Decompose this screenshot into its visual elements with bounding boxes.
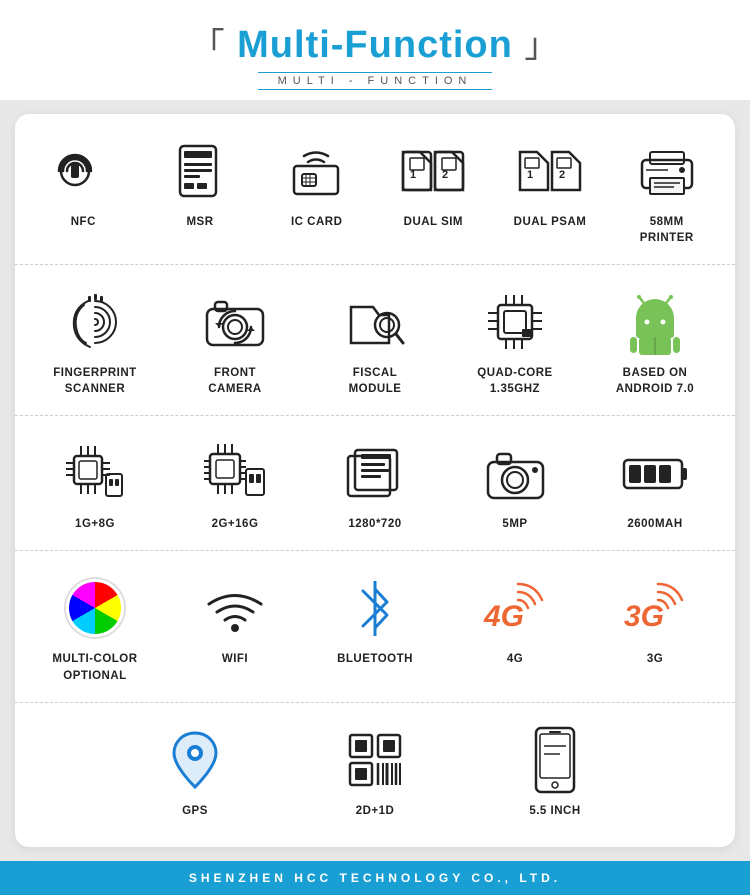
feature-printer: 58MM PRINTER bbox=[608, 136, 725, 246]
5mp-label: 5MP bbox=[502, 516, 527, 532]
svg-text:3G: 3G bbox=[624, 600, 664, 633]
feature-fingerprint: FINGERPRINT SCANNER bbox=[25, 287, 165, 397]
svg-text:2: 2 bbox=[442, 169, 448, 181]
quad-core-label: QUAD-CORE 1.35GHZ bbox=[477, 365, 552, 397]
wifi-icon bbox=[200, 573, 270, 643]
page-title: 「 Multi-Function 」 bbox=[0, 18, 750, 67]
dual-psam-icon: 1 2 bbox=[515, 136, 585, 206]
footer-text: SHENZHEN HCC TECHNOLOGY CO., LTD. bbox=[189, 871, 561, 885]
feature-2d1d: 2D+1D bbox=[285, 725, 465, 819]
page-header: 「 Multi-Function 」 MULTI - FUNCTION bbox=[0, 0, 750, 100]
feature-dual-psam: 1 2 DUAL PSAM bbox=[492, 136, 609, 230]
feature-gps: GPS bbox=[105, 725, 285, 819]
4g-icon: 4G bbox=[480, 573, 550, 643]
feature-row-1: NFC MSR bbox=[15, 114, 735, 265]
resolution-icon bbox=[340, 438, 410, 508]
fiscal-icon bbox=[340, 287, 410, 357]
bluetooth-label: BLUETOOTH bbox=[337, 651, 413, 667]
feature-row-5: GPS bbox=[15, 703, 735, 847]
nfc-label: NFC bbox=[71, 214, 96, 230]
feature-bluetooth: BLUETOOTH bbox=[305, 573, 445, 667]
gps-label: GPS bbox=[182, 803, 208, 819]
multicolor-label: MULTI-COLOR OPTIONAL bbox=[52, 651, 137, 683]
svg-text:1: 1 bbox=[527, 169, 533, 181]
bluetooth-icon bbox=[340, 573, 410, 643]
feature-ic-card: IC CARD bbox=[258, 136, 375, 230]
dual-sim-label: DUAL SIM bbox=[404, 214, 463, 230]
resolution-label: 1280*720 bbox=[348, 516, 401, 532]
android-icon bbox=[620, 287, 690, 357]
page-subtitle: MULTI - FUNCTION bbox=[258, 72, 493, 90]
page-footer: SHENZHEN HCC TECHNOLOGY CO., LTD. bbox=[0, 861, 750, 895]
phone-icon bbox=[520, 725, 590, 795]
feature-wifi: WIFI bbox=[165, 573, 305, 667]
battery-icon bbox=[620, 438, 690, 508]
wifi-label: WIFI bbox=[222, 651, 248, 667]
color-wheel-icon bbox=[60, 573, 130, 643]
svg-text:1: 1 bbox=[410, 169, 416, 181]
msr-label: MSR bbox=[186, 214, 213, 230]
feature-dual-sim: 1 2 DUAL SIM bbox=[375, 136, 492, 230]
feature-55inch: 5.5 INCH bbox=[465, 725, 645, 819]
feature-android: BASED ON ANDROID 7.0 bbox=[585, 287, 725, 397]
2g16g-label: 2G+16G bbox=[212, 516, 259, 532]
feature-multicolor: MULTI-COLOR OPTIONAL bbox=[25, 573, 165, 683]
dual-psam-label: DUAL PSAM bbox=[514, 214, 587, 230]
feature-fiscal: FISCAL MODULE bbox=[305, 287, 445, 397]
feature-5mp: 5MP bbox=[445, 438, 585, 532]
1g8g-label: 1G+8G bbox=[75, 516, 115, 532]
qr-icon bbox=[340, 725, 410, 795]
2d1d-label: 2D+1D bbox=[356, 803, 395, 819]
55inch-label: 5.5 INCH bbox=[529, 803, 580, 819]
feature-msr: MSR bbox=[142, 136, 259, 230]
android-label: BASED ON ANDROID 7.0 bbox=[616, 365, 694, 397]
ic-card-label: IC CARD bbox=[291, 214, 342, 230]
svg-text:2: 2 bbox=[559, 169, 565, 181]
memory-small-icon bbox=[60, 438, 130, 508]
feature-2g16g: 2G+16G bbox=[165, 438, 305, 532]
feature-front-camera: FRONT CAMERA bbox=[165, 287, 305, 397]
svg-text:4G: 4G bbox=[483, 600, 524, 633]
quad-core-icon bbox=[480, 287, 550, 357]
feature-battery: 2600MAH bbox=[585, 438, 725, 532]
dual-sim-icon: 1 2 bbox=[398, 136, 468, 206]
feature-row-2: FINGERPRINT SCANNER bbox=[15, 265, 735, 416]
front-camera-icon bbox=[200, 287, 270, 357]
main-card: NFC MSR bbox=[15, 114, 735, 847]
ic-card-icon bbox=[282, 136, 352, 206]
feature-row-3: 1G+8G bbox=[15, 416, 735, 551]
fingerprint-label: FINGERPRINT SCANNER bbox=[53, 365, 136, 397]
feature-3g: 3G 3G bbox=[585, 573, 725, 667]
nfc-icon bbox=[48, 136, 118, 206]
3g-label: 3G bbox=[647, 651, 663, 667]
feature-row-4: MULTI-COLOR OPTIONAL WIFI bbox=[15, 551, 735, 702]
4g-label: 4G bbox=[507, 651, 523, 667]
camera-icon bbox=[480, 438, 550, 508]
front-camera-label: FRONT CAMERA bbox=[208, 365, 261, 397]
feature-4g: 4G 4G bbox=[445, 573, 585, 667]
printer-label: 58MM PRINTER bbox=[640, 214, 694, 246]
feature-quad-core: QUAD-CORE 1.35GHZ bbox=[445, 287, 585, 397]
gps-icon bbox=[160, 725, 230, 795]
fingerprint-icon bbox=[60, 287, 130, 357]
battery-label: 2600MAH bbox=[627, 516, 682, 532]
color-wheel-graphic bbox=[66, 579, 124, 637]
msr-icon bbox=[165, 136, 235, 206]
feature-1g8g: 1G+8G bbox=[25, 438, 165, 532]
feature-nfc: NFC bbox=[25, 136, 142, 230]
memory-large-icon bbox=[200, 438, 270, 508]
feature-resolution: 1280*720 bbox=[305, 438, 445, 532]
3g-icon: 3G bbox=[620, 573, 690, 643]
fiscal-label: FISCAL MODULE bbox=[349, 365, 402, 397]
printer-icon bbox=[632, 136, 702, 206]
